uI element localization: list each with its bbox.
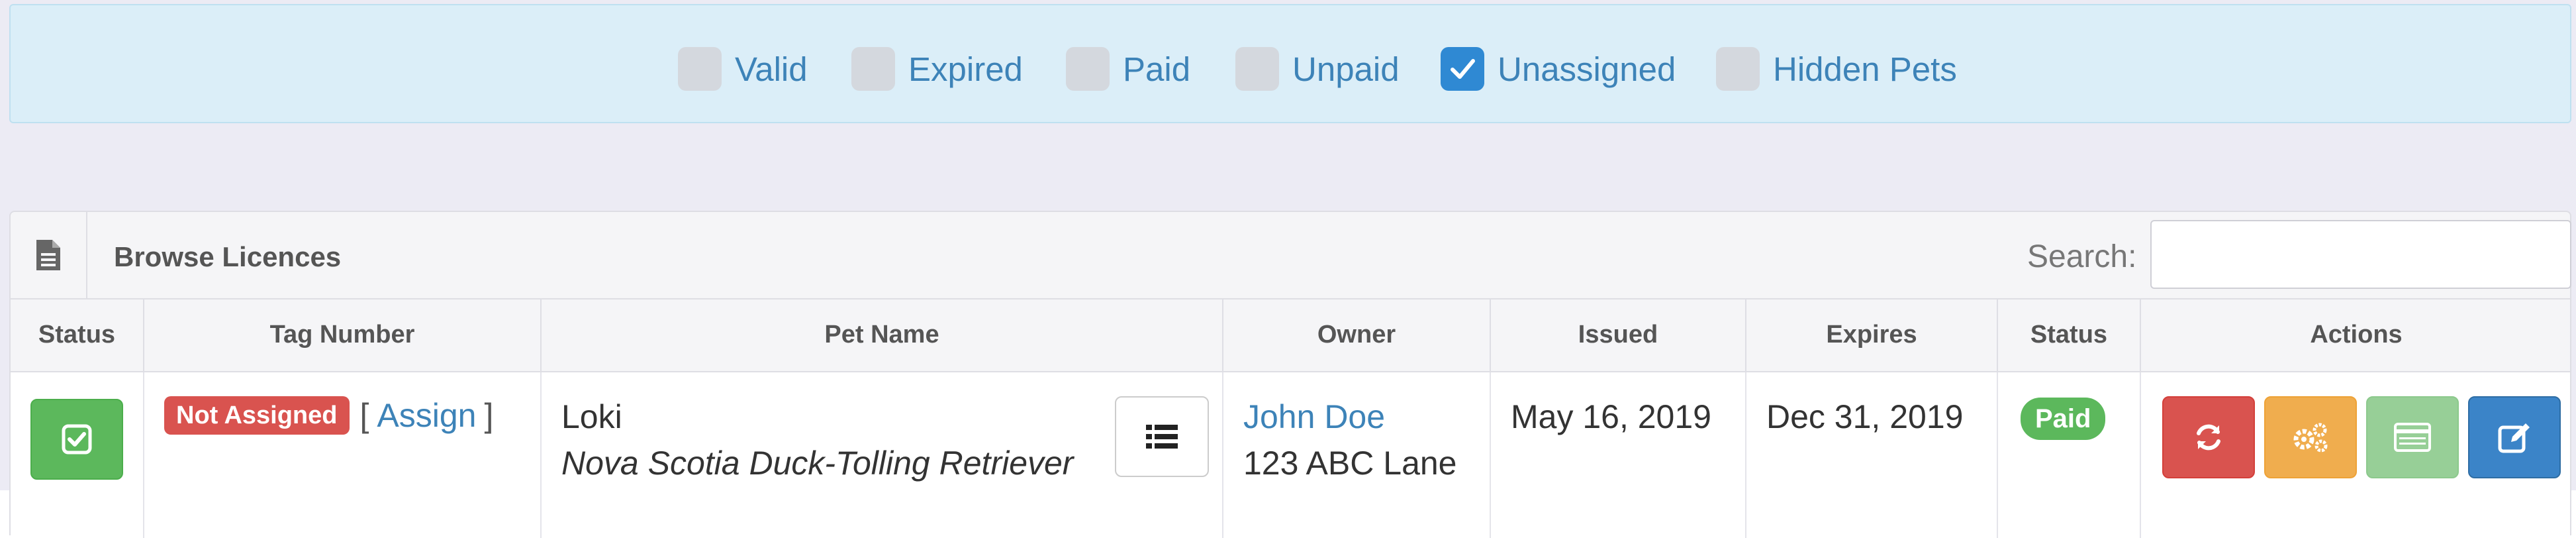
card-icon bbox=[2394, 423, 2431, 452]
status-cell bbox=[11, 372, 144, 538]
tag-number-cell: Not Assigned [ Assign ] bbox=[144, 372, 542, 538]
paid-checkbox[interactable] bbox=[1066, 47, 1110, 91]
expired-checkbox[interactable] bbox=[851, 47, 895, 91]
unpaid-checkbox[interactable] bbox=[1235, 47, 1279, 91]
document-icon bbox=[36, 240, 60, 270]
filter-valid[interactable]: Valid bbox=[678, 44, 808, 94]
paid-badge: Paid bbox=[2021, 398, 2106, 440]
filter-hidden-pets-label: Hidden Pets bbox=[1773, 50, 1957, 88]
filter-hidden-pets[interactable]: Hidden Pets bbox=[1716, 44, 1957, 94]
panel-title: Browse Licences bbox=[114, 241, 342, 272]
panel-header: Browse Licences Search: bbox=[11, 212, 2571, 299]
hidden-pets-checkbox[interactable] bbox=[1716, 47, 1760, 91]
valid-checkbox[interactable] bbox=[678, 47, 722, 91]
column-expires[interactable]: Expires bbox=[1746, 298, 1998, 371]
checkmark-icon bbox=[1451, 59, 1475, 79]
settings-button[interactable] bbox=[2264, 396, 2357, 478]
licence-card-button[interactable] bbox=[2366, 396, 2459, 478]
panel-icon-cell bbox=[11, 212, 87, 298]
expires-cell: Dec 31, 2019 bbox=[1746, 372, 1998, 538]
renew-button[interactable] bbox=[2162, 396, 2255, 478]
search-input[interactable] bbox=[2150, 220, 2571, 289]
filter-paid-label: Paid bbox=[1123, 50, 1191, 88]
list-icon bbox=[1146, 425, 1178, 449]
expires-date: Dec 31, 2019 bbox=[1766, 398, 1964, 435]
pet-name-cell: Loki Nova Scotia Duck-Tolling Retriever bbox=[542, 372, 1223, 538]
column-owner[interactable]: Owner bbox=[1223, 298, 1491, 371]
filter-unpaid-label: Unpaid bbox=[1292, 50, 1400, 88]
filter-valid-label: Valid bbox=[735, 50, 808, 88]
column-pet-name[interactable]: Pet Name bbox=[542, 298, 1223, 371]
not-assigned-badge: Not Assigned bbox=[164, 396, 350, 435]
column-tag-number[interactable]: Tag Number bbox=[144, 298, 542, 371]
unassigned-checkbox[interactable] bbox=[1441, 47, 1484, 91]
filter-expired-label: Expired bbox=[908, 50, 1023, 88]
bracket-close: ] bbox=[484, 397, 494, 434]
tag-number-content: Not Assigned [ Assign ] bbox=[164, 396, 493, 435]
edit-button[interactable] bbox=[2468, 396, 2561, 478]
filter-bar: Valid Expired Paid Unpaid Unassigned Hid… bbox=[9, 4, 2571, 123]
pet-breed: Nova Scotia Duck-Tolling Retriever bbox=[561, 445, 1074, 482]
table-row: Not Assigned [ Assign ] Loki Nova Scotia… bbox=[11, 372, 2570, 538]
filter-unassigned-label: Unassigned bbox=[1498, 50, 1676, 88]
pet-name: Loki bbox=[561, 398, 622, 435]
owner-name-link[interactable]: John Doe bbox=[1243, 400, 1385, 433]
filter-unassigned[interactable]: Unassigned bbox=[1441, 44, 1676, 94]
column-actions: Actions bbox=[2310, 320, 2403, 349]
check-square-icon bbox=[62, 424, 92, 455]
status-toggle-button[interactable] bbox=[30, 399, 123, 480]
actions-cell bbox=[2141, 372, 2571, 538]
edit-icon bbox=[2498, 423, 2530, 453]
payment-status-cell: Paid bbox=[1998, 372, 2141, 538]
column-status[interactable]: Status bbox=[11, 298, 144, 371]
filter-unpaid[interactable]: Unpaid bbox=[1235, 44, 1400, 94]
column-issued[interactable]: Issued bbox=[1491, 298, 1746, 371]
filter-paid[interactable]: Paid bbox=[1066, 44, 1190, 94]
issued-date: May 16, 2019 bbox=[1511, 398, 1711, 435]
issued-cell: May 16, 2019 bbox=[1491, 372, 1746, 538]
table-header: Status Tag Number Pet Name Owner Issued … bbox=[11, 298, 2570, 372]
gears-icon bbox=[2293, 423, 2328, 453]
bracket-open: [ bbox=[359, 397, 369, 434]
pet-details-button[interactable] bbox=[1115, 396, 1209, 477]
search-label: Search: bbox=[2027, 239, 2137, 274]
browse-licences-panel: Browse Licences Search: Status Tag Numbe… bbox=[9, 211, 2571, 538]
filter-expired[interactable]: Expired bbox=[851, 44, 1023, 94]
owner-address: 123 ABC Lane bbox=[1243, 445, 1457, 482]
refresh-icon bbox=[2197, 424, 2220, 451]
column-payment-status[interactable]: Status bbox=[1998, 298, 2141, 371]
owner-cell: John Doe 123 ABC Lane bbox=[1223, 372, 1491, 538]
assign-link[interactable]: Assign bbox=[377, 396, 476, 435]
